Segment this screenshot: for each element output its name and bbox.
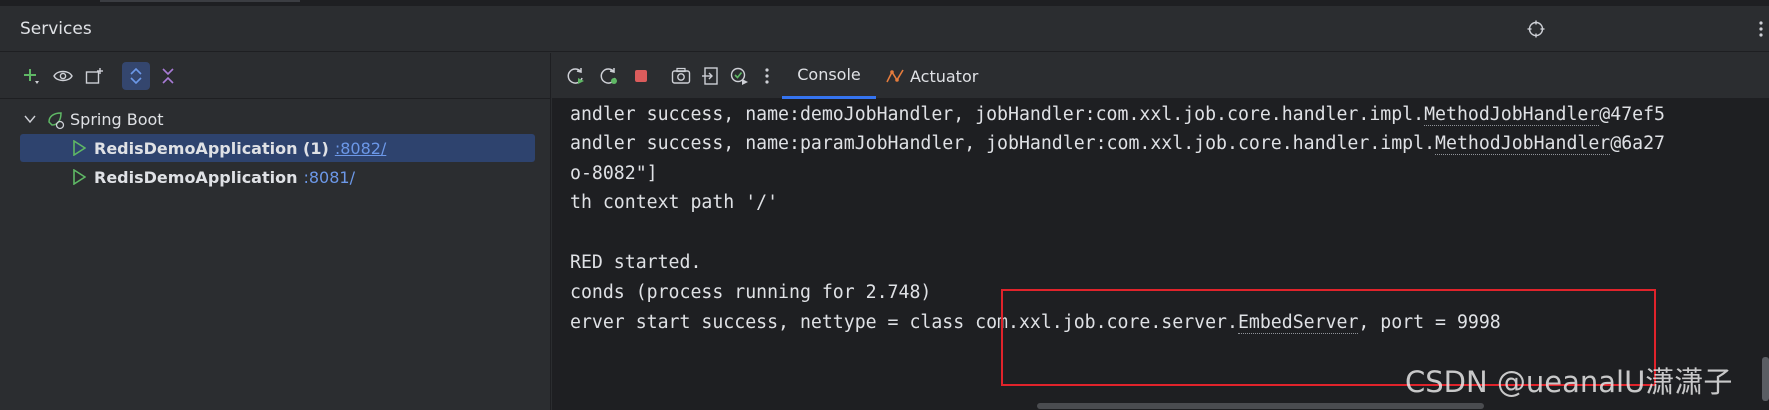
console-line: erver start success, nettype = class com… <box>570 312 1501 334</box>
tab-console[interactable]: Console <box>782 53 876 99</box>
screenshot-icon[interactable] <box>668 63 694 89</box>
services-header: Services <box>0 6 1769 52</box>
chevron-down-icon[interactable] <box>24 114 36 124</box>
restart-debug-icon[interactable] <box>596 63 622 89</box>
console-line: o-8082"] <box>570 163 658 184</box>
tree-group-spring-boot[interactable]: Spring Boot <box>0 105 551 133</box>
stop-icon[interactable] <box>628 63 654 89</box>
port-link[interactable]: :8081/ <box>303 168 355 187</box>
console-line: RED started. <box>570 252 702 273</box>
console-link[interactable]: MethodJobHandler <box>1424 104 1600 126</box>
debug-attach-icon[interactable] <box>726 63 752 89</box>
tab-actuator[interactable]: Actuator <box>886 53 996 99</box>
new-group-icon[interactable] <box>81 62 109 90</box>
tab-label: Console <box>797 65 861 84</box>
more-options-icon[interactable] <box>1750 18 1769 40</box>
tree-item-redis-demo-8082[interactable]: RedisDemoApplication (1) :8082/ <box>20 134 535 162</box>
top-tab-divider <box>100 0 300 2</box>
spring-boot-icon <box>46 110 66 130</box>
vertical-scrollbar[interactable] <box>1762 357 1769 401</box>
console-link[interactable]: MethodJobHandler <box>1435 133 1611 155</box>
console-toolbar: Console Actuator <box>552 53 1769 99</box>
tree-item-label: RedisDemoApplication (1) <box>94 138 329 158</box>
watermark: CSDN @ueanalU潇潇子 <box>1405 365 1733 399</box>
expand-collapse-icon[interactable] <box>122 62 150 90</box>
panel-title: Services <box>20 19 92 39</box>
console-link[interactable]: EmbedServer <box>1237 312 1359 334</box>
tab-label: Actuator <box>910 66 979 86</box>
rerun-icon[interactable] <box>563 63 589 89</box>
port-link[interactable]: :8082/ <box>335 139 387 158</box>
export-icon[interactable] <box>698 63 724 89</box>
more-icon[interactable] <box>754 63 780 89</box>
tree-item-label: RedisDemoApplication <box>94 167 298 187</box>
console-line: andler success, name:paramJobHandler, jo… <box>570 133 1665 155</box>
console-line: andler success, name:demoJobHandler, job… <box>570 104 1665 126</box>
tree-group-label: Spring Boot <box>70 109 164 129</box>
collapse-all-icon[interactable] <box>154 62 182 90</box>
add-icon[interactable] <box>17 62 45 90</box>
services-window: Services Spring Boot RedisDemoApplicatio… <box>0 0 1769 410</box>
actuator-icon <box>886 68 904 84</box>
horizontal-scrollbar[interactable] <box>1037 403 1484 409</box>
run-icon <box>72 169 86 185</box>
eye-icon[interactable] <box>49 62 77 90</box>
run-icon <box>72 140 86 156</box>
crosshair-icon[interactable] <box>1525 18 1547 40</box>
tree-toolbar <box>0 53 551 99</box>
console-panel: Console Actuator andler success, name:de… <box>552 53 1769 410</box>
services-tree-panel: Spring Boot RedisDemoApplication (1) :80… <box>0 53 551 410</box>
console-line: th context path '/' <box>570 192 779 213</box>
console-line: conds (process running for 2.748) <box>570 282 932 303</box>
tree-item-redis-demo-8081[interactable]: RedisDemoApplication :8081/ <box>0 163 551 191</box>
